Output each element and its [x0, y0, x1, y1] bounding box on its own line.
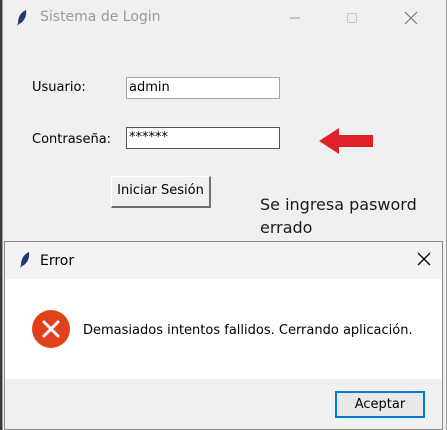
- annotation-text: Se ingresa pasword errado: [260, 195, 417, 237]
- maximize-button[interactable]: [329, 0, 375, 36]
- password-input[interactable]: ******: [126, 127, 280, 149]
- close-button[interactable]: [388, 0, 434, 36]
- red-arrow-icon: [319, 128, 373, 154]
- feather-icon: [17, 10, 27, 26]
- close-icon[interactable]: [416, 251, 432, 267]
- maximize-icon: [347, 13, 357, 23]
- error-icon: [32, 310, 70, 348]
- usuario-input[interactable]: admin: [126, 77, 280, 99]
- error-dialog-titlebar[interactable]: Error: [5, 242, 442, 279]
- usuario-label: Usuario:: [32, 80, 86, 95]
- minimize-button[interactable]: [272, 0, 318, 36]
- accept-button[interactable]: Aceptar: [335, 391, 425, 418]
- error-dialog-body: Demasiados intentos fallidos. Cerrando a…: [5, 279, 442, 379]
- password-label: Contraseña:: [32, 132, 112, 147]
- minimize-icon: [290, 17, 300, 19]
- error-dialog-title: Error: [40, 253, 75, 269]
- feather-icon: [20, 252, 30, 268]
- window-title: Sistema de Login: [40, 9, 161, 25]
- error-dialog: Error Demasiados intentos fallidos. Cerr…: [4, 241, 443, 430]
- close-icon: [404, 11, 418, 25]
- login-button[interactable]: Iniciar Sesión: [111, 176, 211, 208]
- login-window-titlebar[interactable]: Sistema de Login: [3, 0, 446, 36]
- error-message: Demasiados intentos fallidos. Cerrando a…: [83, 323, 413, 338]
